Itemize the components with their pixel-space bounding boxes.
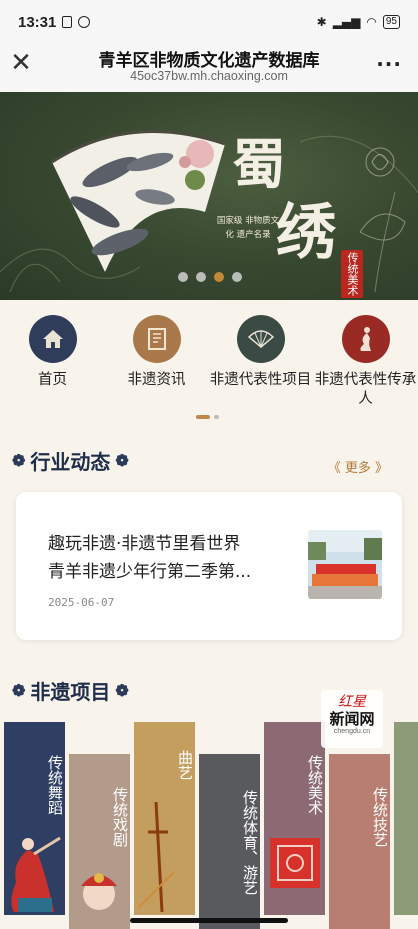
- ornament-icon: ❁: [12, 451, 26, 470]
- project-tile-dance[interactable]: 传统舞蹈: [4, 722, 65, 915]
- project-tile-more[interactable]: [394, 722, 418, 915]
- banner-carousel[interactable]: 蜀 绣 国家级 非物质文化 遗产名录 传统美术: [0, 92, 418, 300]
- carousel-dot[interactable]: [196, 272, 206, 282]
- project-label: 传统美术: [306, 755, 324, 815]
- project-label: 传统体育、游艺: [241, 789, 259, 895]
- ornament-icon: ❁: [12, 681, 26, 700]
- dancer-figure: [11, 836, 61, 912]
- category-home[interactable]: 首页: [0, 315, 105, 390]
- ornament-icon: ❁: [115, 681, 129, 700]
- home-indicator[interactable]: [130, 918, 288, 923]
- project-tile-quyi[interactable]: 曲艺: [134, 722, 195, 915]
- erhu-instrument: [138, 802, 175, 912]
- project-tile-opera[interactable]: 传统戏剧: [69, 754, 130, 929]
- bluetooth-icon: ✱: [316, 15, 327, 29]
- wifi-icon: ◠: [366, 15, 377, 29]
- carousel-dot-active[interactable]: [214, 272, 224, 282]
- project-tile-craft[interactable]: 传统技艺: [329, 754, 390, 929]
- signal-icon: ▂▄▆: [332, 15, 361, 29]
- carousel-dot[interactable]: [232, 272, 242, 282]
- project-label: 传统戏剧: [111, 787, 129, 847]
- watermark-logo: 红星 新闻网 chengdu.cn: [321, 690, 383, 748]
- carousel-dots: [178, 272, 242, 282]
- figure-icon: [341, 315, 390, 363]
- category-projects[interactable]: 非遗代表性项目: [208, 315, 313, 390]
- more-link[interactable]: 《 更多 》: [328, 457, 388, 476]
- book-icon: [132, 315, 181, 363]
- category-label: 非遗代表性项目: [209, 372, 312, 388]
- ornament-icon: ❁: [115, 451, 129, 470]
- project-tile-sports[interactable]: 传统体育、游艺: [199, 754, 260, 929]
- category-label: 非遗资讯: [127, 372, 186, 388]
- carousel-dot[interactable]: [178, 272, 188, 282]
- project-label: 传统舞蹈: [46, 755, 64, 815]
- category-nav: 首页 非遗资讯 非遗代表性项目 非遗代表性传承人: [0, 315, 418, 410]
- status-bar: 13:31 ✱ ▂▄▆ ◠ 95: [0, 0, 418, 44]
- news-date: 2025-06-07: [48, 596, 115, 609]
- banner-title-2: 绣: [276, 198, 336, 268]
- banner-subtitle: 国家级 非物质文化 遗产名录: [216, 216, 280, 240]
- papercut-pattern: [270, 838, 320, 888]
- news-thumbnail: [308, 530, 382, 599]
- alarm-icon: [78, 16, 91, 28]
- section-title-projects: ❁ 非遗项目 ❁: [12, 680, 129, 704]
- project-label: 传统技艺: [371, 787, 389, 847]
- project-tile-art[interactable]: 传统美术: [264, 722, 325, 915]
- fan-icon: [236, 315, 285, 363]
- nav-bar: ✕ 青羊区非物质文化遗产数据库 45oc37bw.mh.chaoxing.com…: [0, 44, 418, 92]
- project-label: 曲艺: [176, 750, 194, 780]
- status-time: 13:31: [18, 13, 57, 31]
- news-card[interactable]: 趣玩非遗·非遗节里看世界 青羊非遗少年行第二季第... 2025-06-07: [16, 492, 402, 640]
- banner-tag: 传统美术: [341, 250, 363, 298]
- home-icon: [28, 315, 77, 363]
- sim-icon: [62, 16, 73, 28]
- category-label: 首页: [38, 372, 67, 388]
- category-page-indicator: [196, 415, 219, 419]
- section-title-news: ❁ 行业动态 ❁: [12, 450, 129, 474]
- battery-icon: 95: [382, 15, 400, 29]
- page-title: 青羊区非物质文化遗产数据库: [98, 51, 320, 71]
- category-news[interactable]: 非遗资讯: [104, 315, 209, 390]
- category-label: 非遗代表性传承人: [314, 372, 417, 407]
- opera-figure: [81, 873, 117, 910]
- category-inheritors[interactable]: 非遗代表性传承人: [313, 315, 418, 409]
- more-icon[interactable]: ···: [376, 52, 402, 76]
- news-title: 趣玩非遗·非遗节里看世界 青羊非遗少年行第二季第...: [48, 534, 252, 582]
- page-url: 45oc37bw.mh.chaoxing.com: [130, 69, 288, 83]
